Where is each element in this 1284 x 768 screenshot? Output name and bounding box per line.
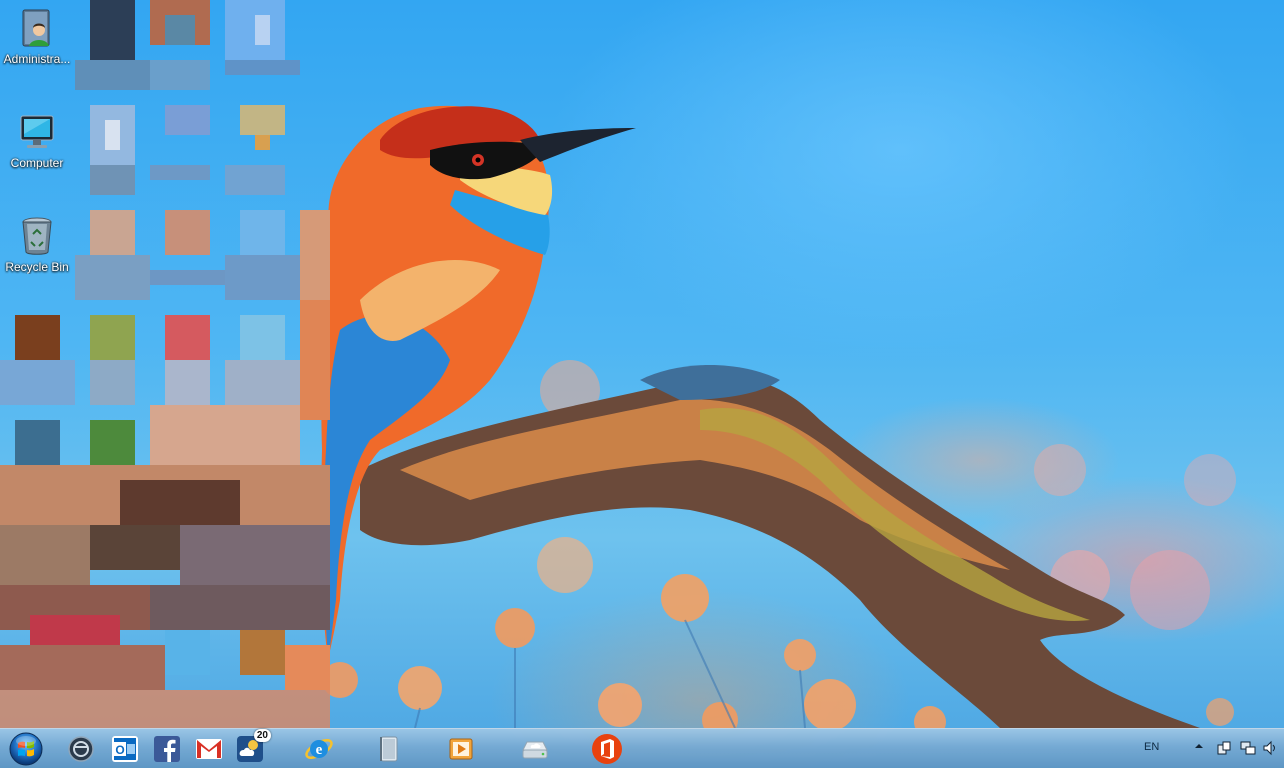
desktop-icon-administrator[interactable]: Administra... [0, 6, 74, 66]
taskbar-outlook[interactable]: O [108, 732, 142, 766]
ie-icon: e [305, 739, 333, 759]
volume-icon[interactable] [1262, 740, 1278, 756]
taskbar-weather[interactable]: 20 [233, 729, 271, 766]
desktop-icon-label: Computer [10, 156, 64, 170]
cloud-drive-icon [522, 741, 548, 759]
taskbar-cloud-drive[interactable] [518, 732, 552, 766]
taskbar-media-player[interactable] [444, 732, 478, 766]
svg-text:e: e [316, 742, 323, 758]
taskbar-office[interactable] [590, 732, 624, 766]
network-icon[interactable] [1240, 740, 1256, 756]
media-player-icon [449, 738, 473, 760]
circle-app-icon [68, 736, 94, 762]
taskbar-notebook[interactable] [372, 732, 406, 766]
desktop-icon-recycle-bin[interactable]: Recycle Bin [0, 214, 74, 274]
system-tray: EN [1144, 729, 1284, 768]
facebook-icon [154, 736, 180, 762]
taskbar-gmail[interactable] [192, 732, 226, 766]
desktop-icon-label: Administra... [3, 52, 71, 66]
svg-text:O: O [115, 743, 124, 757]
show-hidden-icons-arrow-icon[interactable] [1194, 741, 1204, 751]
recycle-bin-icon [22, 217, 52, 255]
taskbar-internet-explorer[interactable]: e [302, 732, 336, 766]
network-device-icon[interactable] [1216, 740, 1232, 756]
desktop-icon-computer[interactable]: Computer [0, 110, 74, 170]
taskbar: O 20 e EN [0, 728, 1284, 768]
windows-orb-icon [9, 732, 43, 766]
gmail-icon [196, 739, 222, 759]
language-indicator[interactable]: EN [1144, 741, 1159, 753]
monitor-icon [20, 115, 54, 148]
notebook-icon [380, 736, 398, 762]
taskbar-facebook[interactable] [150, 732, 184, 766]
start-button[interactable] [6, 730, 46, 768]
user-folder-icon [22, 9, 50, 47]
desktop-icon-label: Recycle Bin [5, 260, 69, 274]
desktop: Administra... Computer Recycle Bin O 20 … [0, 0, 1284, 768]
taskbar-app-circle[interactable] [64, 732, 98, 766]
notification-badge: 20 [253, 729, 271, 742]
outlook-icon: O [112, 736, 138, 762]
office-icon [592, 734, 622, 764]
